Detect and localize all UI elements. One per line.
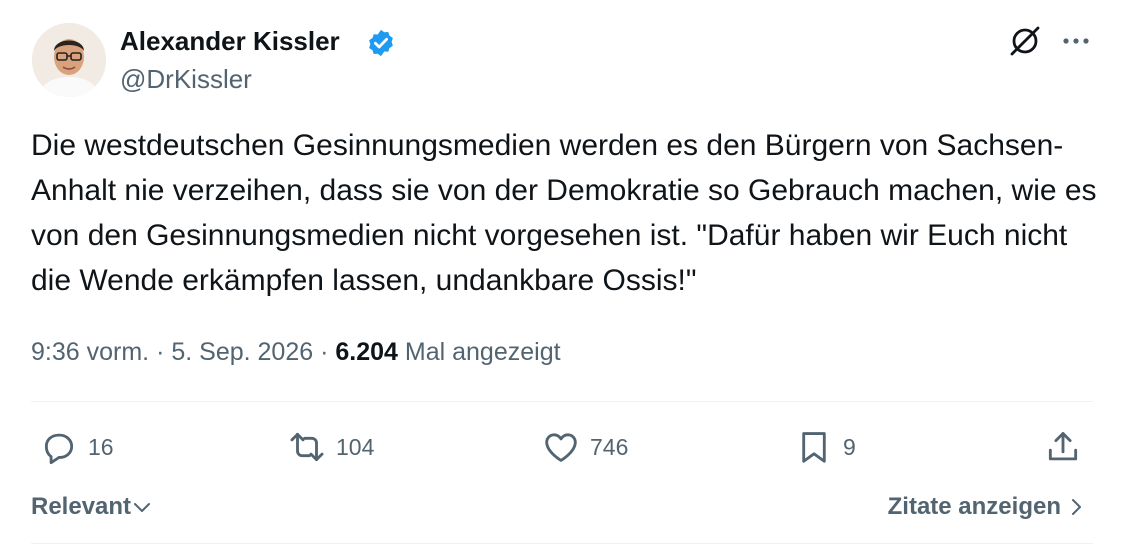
author-handle[interactable]: @DrKissler [120,62,252,96]
reply-button[interactable]: 16 [40,425,114,469]
grok-icon[interactable] [1008,24,1042,58]
tweet-date[interactable]: 5. Sep. 2026 [171,338,313,366]
sort-replies-dropdown[interactable]: Relevant [31,490,153,524]
author-name[interactable]: Alexander Kissler [120,24,340,58]
like-icon [545,433,577,462]
reply-count: 16 [88,433,114,460]
quotes-label: Zitate anzeigen [887,493,1061,520]
verified-badge-icon [366,28,396,58]
divider [31,543,1093,544]
avatar[interactable] [32,23,106,97]
like-button[interactable]: 746 [542,425,628,469]
bookmark-count: 9 [843,433,856,460]
tweet-time[interactable]: 9:36 vorm. [31,338,149,366]
repost-icon [290,432,324,462]
chevron-down-icon [134,503,151,512]
meta-separator: · [156,338,165,366]
view-label: Mal angezeigt [404,338,561,366]
show-quotes-link[interactable]: Zitate anzeigen [888,490,1087,524]
tweet-text: Die westdeutschen Gesinnungsmedien werde… [31,129,1097,297]
sort-label: Relevant [31,493,132,520]
meta-separator: · [320,338,329,366]
bookmark-icon [802,432,826,463]
share-icon [1048,432,1078,461]
like-count: 746 [590,433,629,460]
chevron-right-icon [1072,499,1081,515]
bookmark-button[interactable]: 9 [795,425,856,469]
view-count: 6.204 [335,338,398,366]
reply-icon [44,433,74,465]
more-icon[interactable] [1060,26,1092,56]
repost-button[interactable]: 104 [288,425,374,469]
share-button[interactable] [1044,425,1092,469]
repost-count: 104 [336,433,375,460]
tweet-meta: 9:36 vorm. · 5. Sep. 2026 · 6.204 Mal an… [31,335,561,369]
divider [31,401,1093,402]
